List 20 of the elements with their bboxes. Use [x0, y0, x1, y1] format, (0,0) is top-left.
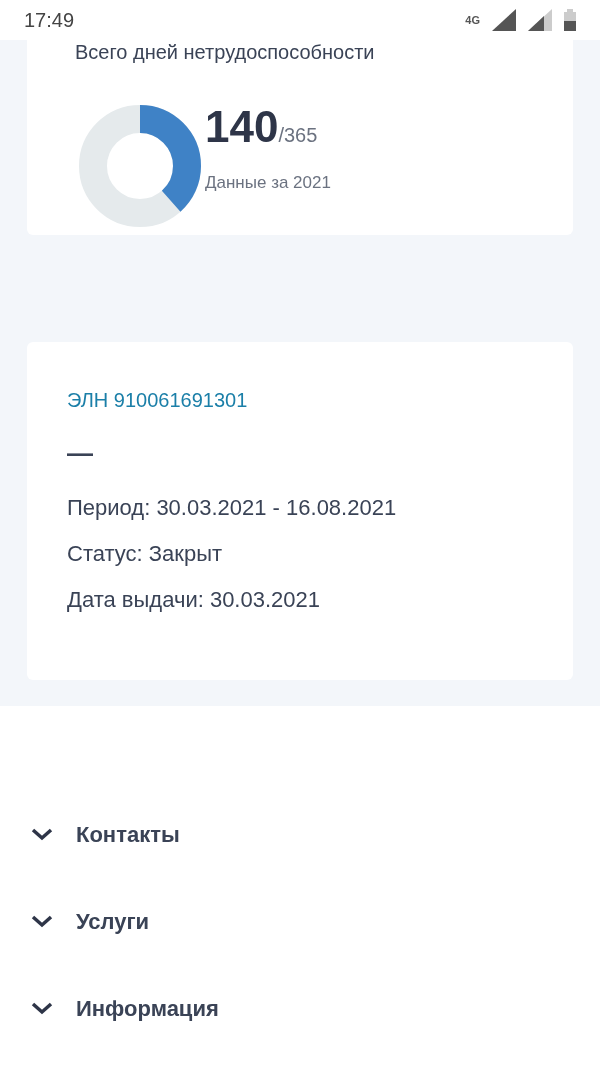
- detail-text: Статус: Закрыт: [67, 540, 224, 568]
- menu-label: Информация: [76, 994, 219, 1023]
- data-year-caption: Данные за 2021: [205, 172, 331, 194]
- detail-text: Дата выдачи: 30.03.2021: [67, 586, 321, 614]
- menu-item[interactable]: Услуги: [30, 907, 570, 935]
- battery-icon: [564, 9, 576, 31]
- network-type: 4G: [465, 14, 480, 26]
- dash-text: —: [67, 438, 94, 468]
- days-count: 140: [205, 102, 279, 152]
- signal-icon: [492, 9, 516, 31]
- menu-label: Услуги: [76, 907, 150, 936]
- signal-icon: [528, 9, 552, 31]
- detail-text: Период: 30.03.2021 - 16.08.2021: [67, 494, 398, 522]
- menu-label: Контакты: [76, 820, 180, 849]
- menu-item[interactable]: Информация: [30, 994, 570, 1022]
- card-title: Всего дней нетрудоспособности: [75, 40, 376, 64]
- menu-item[interactable]: Контакты: [30, 820, 570, 848]
- status-time: 17:49: [24, 8, 75, 33]
- days-total: /365: [278, 124, 318, 148]
- certificate-number: ЭЛН 910061691301: [67, 388, 249, 413]
